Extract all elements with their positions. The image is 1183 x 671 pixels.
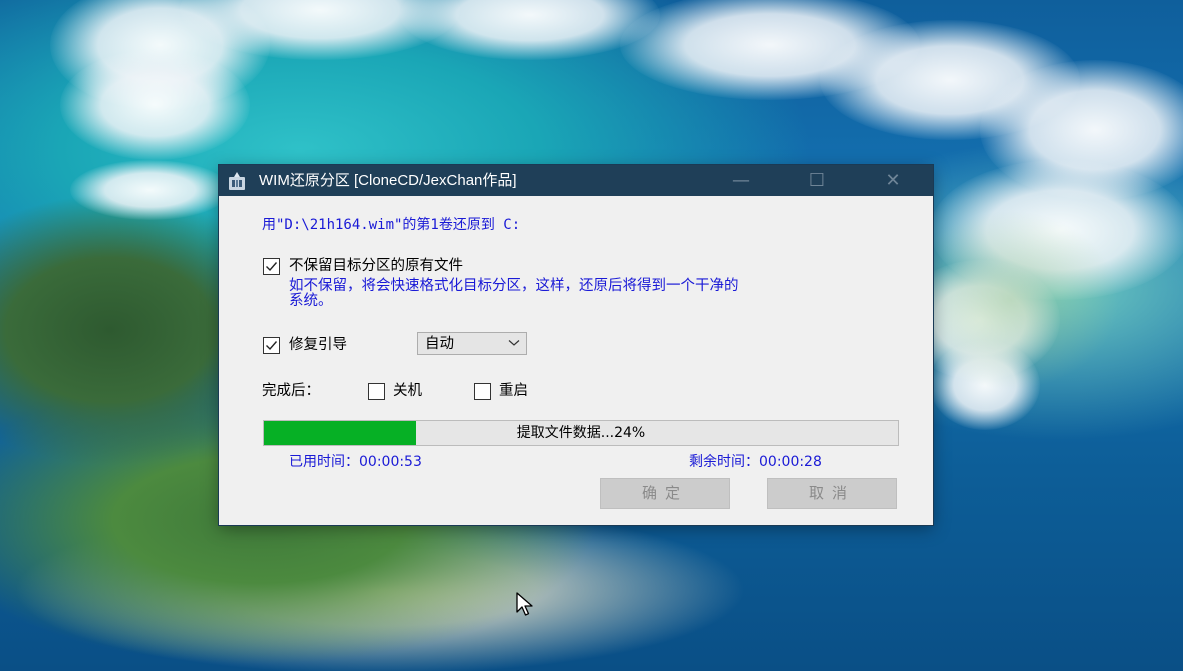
checkmark-icon (266, 262, 278, 272)
no-keep-files-checkbox[interactable] (263, 258, 280, 275)
minimize-icon: — (732, 170, 750, 191)
window-title: WIM还原分区 [CloneCD/JexChan作品] (259, 172, 517, 189)
ok-button[interactable]: 确定 (600, 478, 730, 509)
repair-boot-label: 修复引导 (289, 337, 347, 353)
checkmark-icon (266, 341, 278, 351)
no-keep-files-label: 不保留目标分区的原有文件 (289, 258, 463, 274)
title-bar[interactable]: WIM还原分区 [CloneCD/JexChan作品] — ☐ ✕ (219, 165, 933, 196)
after-complete-label: 完成后： (262, 383, 320, 399)
boot-mode-value: 自动 (425, 336, 454, 352)
restart-label: 重启 (499, 383, 528, 399)
close-icon: ✕ (885, 170, 901, 191)
maximize-button[interactable]: ☐ (779, 165, 855, 196)
repair-boot-checkbox[interactable] (263, 337, 280, 354)
mouse-cursor-icon (516, 592, 533, 616)
close-button[interactable]: ✕ (855, 165, 931, 196)
restart-checkbox[interactable] (474, 383, 491, 400)
wallpaper-cloud (70, 160, 230, 220)
restore-progress-bar: 提取文件数据...24% (263, 420, 899, 446)
no-keep-files-description: 如不保留，将会快速格式化目标分区，这样，还原后将得到一个干净的 (289, 278, 739, 294)
wallpaper-shallow-water (900, 210, 1120, 390)
wim-restore-dialog: WIM还原分区 [CloneCD/JexChan作品] — ☐ ✕ 用"D:\2… (219, 165, 933, 525)
remaining-time: 剩余时间：00:00:28 (689, 454, 822, 470)
no-keep-files-description-cont: 系统。 (289, 293, 333, 309)
maximize-icon: ☐ (808, 170, 826, 191)
cancel-button[interactable]: 取消 (767, 478, 897, 509)
shutdown-checkbox[interactable] (368, 383, 385, 400)
shutdown-label: 关机 (393, 383, 422, 399)
restore-source-info: 用"D:\21h164.wim"的第1卷还原到 C: (262, 217, 521, 233)
app-icon (229, 172, 245, 190)
progress-status-text: 提取文件数据...24% (516, 425, 646, 441)
wallpaper-cloud (60, 50, 250, 160)
chevron-down-icon (508, 340, 520, 346)
elapsed-time: 已用时间：00:00:53 (289, 454, 422, 470)
desktop-wallpaper: WIM还原分区 [CloneCD/JexChan作品] — ☐ ✕ 用"D:\2… (0, 0, 1183, 671)
minimize-button[interactable]: — (703, 165, 779, 196)
boot-mode-select[interactable]: 自动 (417, 332, 527, 355)
